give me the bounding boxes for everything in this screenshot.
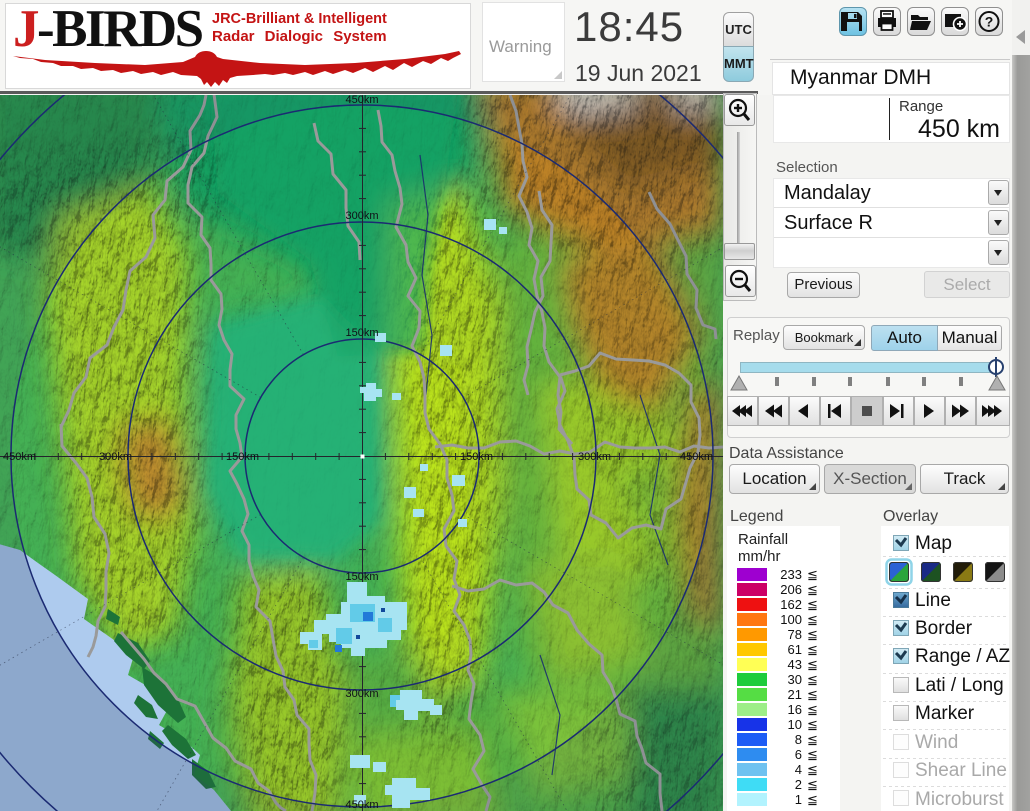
- svg-text:≦: ≦: [807, 627, 818, 642]
- svg-text:≦: ≦: [807, 687, 818, 702]
- svg-text:8: 8: [795, 732, 802, 747]
- svg-text:150km: 150km: [345, 571, 378, 583]
- svg-text:≦: ≦: [807, 732, 818, 747]
- svg-text:≦: ≦: [807, 582, 818, 597]
- svg-text:Map: Map: [915, 533, 952, 554]
- svg-text:≦: ≦: [807, 792, 818, 807]
- svg-text:?: ?: [985, 14, 994, 30]
- svg-text:450km: 450km: [345, 799, 378, 811]
- svg-text:300km: 300km: [578, 451, 611, 463]
- svg-text:≦: ≦: [807, 717, 818, 732]
- svg-text:≦: ≦: [807, 672, 818, 687]
- svg-text:Shear Line: Shear Line: [915, 760, 1007, 781]
- svg-text:≦: ≦: [807, 642, 818, 657]
- svg-text:150km: 150km: [345, 327, 378, 339]
- svg-text:≦: ≦: [807, 567, 818, 582]
- svg-text:300km: 300km: [345, 688, 378, 700]
- svg-text:≦: ≦: [807, 762, 818, 777]
- svg-text:Marker: Marker: [915, 703, 975, 724]
- svg-text:≦: ≦: [807, 597, 818, 612]
- svg-text:300km: 300km: [345, 210, 378, 222]
- svg-text:≦: ≦: [807, 747, 818, 762]
- svg-text:≦: ≦: [807, 612, 818, 627]
- svg-text:300km: 300km: [99, 451, 132, 463]
- svg-text:16: 16: [788, 702, 802, 717]
- svg-text:30: 30: [788, 672, 802, 687]
- svg-text:162: 162: [780, 597, 802, 612]
- svg-text:450km: 450km: [680, 451, 713, 463]
- svg-text:Line: Line: [915, 590, 951, 611]
- svg-text:2: 2: [795, 777, 802, 792]
- svg-text:Wind: Wind: [915, 732, 958, 753]
- svg-text:Range / AZ: Range / AZ: [915, 646, 1010, 667]
- svg-text:450km: 450km: [345, 95, 378, 106]
- svg-text:6: 6: [795, 747, 802, 762]
- svg-text:4: 4: [795, 762, 802, 777]
- svg-text:Lati / Long: Lati / Long: [915, 675, 1004, 696]
- svg-text:Border: Border: [915, 618, 973, 639]
- svg-text:Microburst: Microburst: [915, 789, 1004, 810]
- svg-text:21: 21: [788, 687, 802, 702]
- svg-text:1: 1: [795, 792, 802, 807]
- svg-text:450km: 450km: [3, 451, 36, 463]
- svg-text:150km: 150km: [460, 451, 493, 463]
- svg-text:43: 43: [788, 657, 802, 672]
- svg-text:≦: ≦: [807, 702, 818, 717]
- svg-text:61: 61: [788, 642, 802, 657]
- svg-text:100: 100: [780, 612, 802, 627]
- svg-text:233: 233: [780, 567, 802, 582]
- svg-text:78: 78: [788, 627, 802, 642]
- svg-text:≦: ≦: [807, 777, 818, 792]
- svg-text:150km: 150km: [226, 451, 259, 463]
- svg-text:206: 206: [780, 582, 802, 597]
- svg-text:≦: ≦: [807, 657, 818, 672]
- svg-text:10: 10: [788, 717, 802, 732]
